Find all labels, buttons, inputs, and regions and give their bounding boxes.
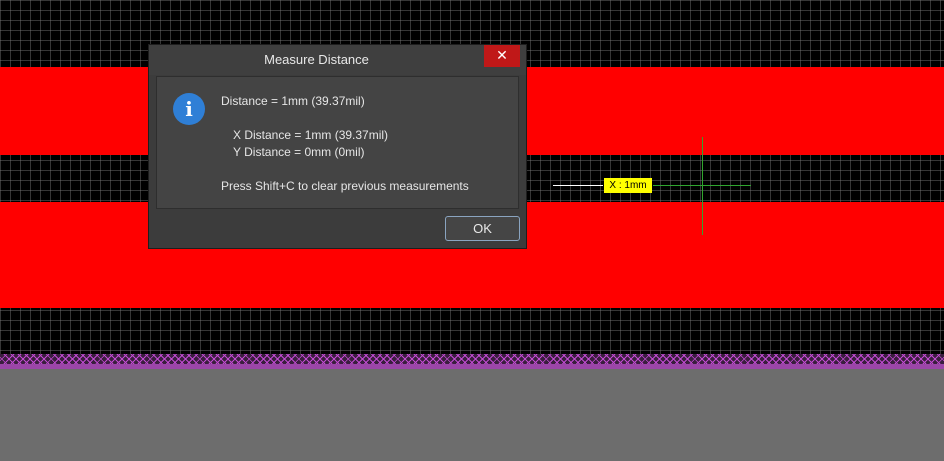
measure-line: [553, 185, 603, 186]
y-distance-text: Y Distance = 0mm (0mil): [233, 145, 365, 159]
dialog-titlebar[interactable]: Measure Distance ✕: [149, 45, 526, 75]
hint-text: Press Shift+C to clear previous measurem…: [221, 179, 469, 193]
measure-label: X : 1mm: [604, 178, 652, 193]
dialog-title: Measure Distance: [264, 52, 369, 67]
close-button[interactable]: ✕: [484, 45, 520, 67]
close-icon: ✕: [496, 48, 508, 64]
x-distance-text: X Distance = 1mm (39.37mil): [233, 128, 389, 142]
dialog-message-panel: i Distance = 1mm (39.37mil) X Distance =…: [156, 76, 519, 209]
outside-board-area: [0, 369, 944, 461]
distance-text: Distance = 1mm (39.37mil): [221, 94, 365, 108]
info-icon: i: [173, 93, 205, 125]
measure-distance-dialog: Measure Distance ✕ i Distance = 1mm (39.…: [148, 44, 527, 249]
cursor-crosshair-vertical: [702, 137, 703, 235]
ok-button[interactable]: OK: [445, 216, 520, 241]
